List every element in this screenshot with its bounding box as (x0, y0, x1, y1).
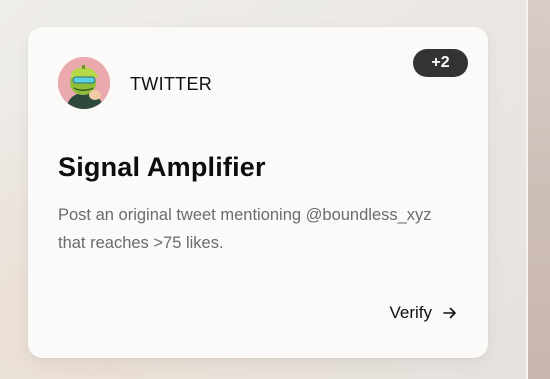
pepe-frog-avatar-icon (58, 57, 110, 109)
quest-title: Signal Amplifier (58, 152, 266, 182)
avatar (58, 57, 110, 109)
quest-card: TWITTER +2 Signal Amplifier Post an orig… (28, 27, 488, 358)
points-badge: +2 (413, 49, 468, 77)
platform-label: TWITTER (130, 74, 213, 94)
quest-description: Post an original tweet mentioning @bound… (58, 206, 432, 252)
verify-button-label: Verify (389, 303, 432, 322)
adjacent-panel-edge (526, 0, 550, 379)
arrow-right-icon (443, 307, 456, 319)
verify-button[interactable]: Verify (389, 303, 458, 323)
